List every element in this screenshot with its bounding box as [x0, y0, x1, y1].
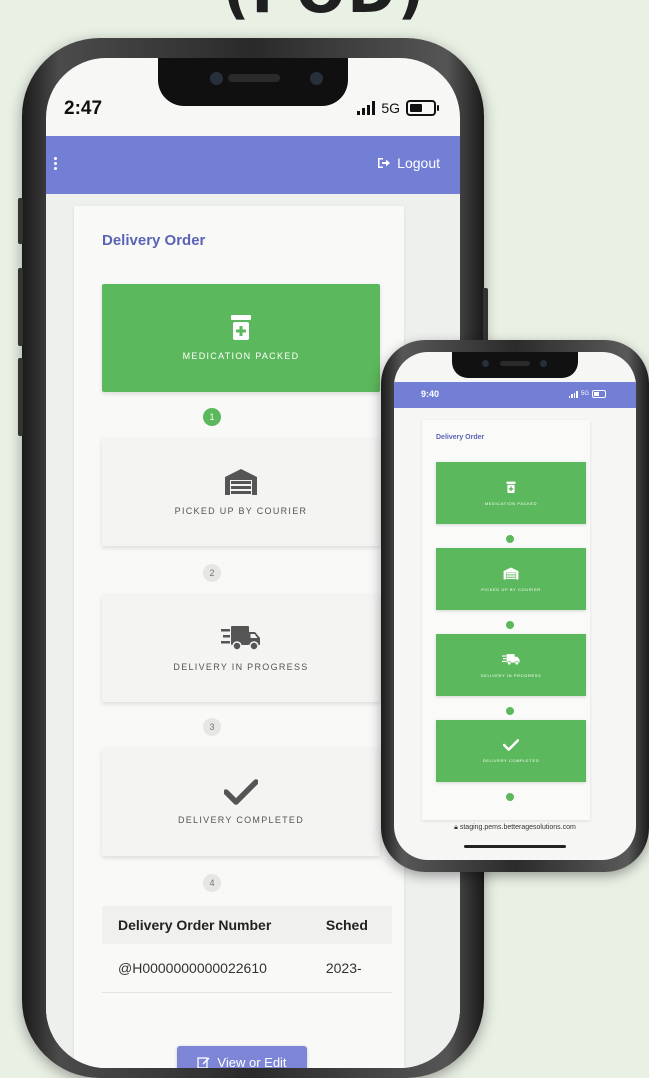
main-content: Delivery Order MEDICATION PACKED PICKED … — [422, 420, 590, 820]
step-label: DELIVERY COMPLETED — [482, 758, 540, 763]
order-number-cell: @H0000000000022610 — [118, 960, 267, 976]
step-number-4: 4 — [203, 874, 221, 892]
step-dot-1 — [506, 535, 514, 543]
card-title: Delivery Order — [436, 434, 485, 441]
table-row[interactable]: @H0000000000022610 2023- — [102, 944, 392, 993]
table-header: Delivery Order Number Sched — [102, 906, 392, 944]
sensor-icon — [310, 72, 323, 85]
sensor-icon — [540, 360, 547, 367]
step-picked-up[interactable]: PICKED UP BY COURIER — [102, 438, 380, 546]
battery-icon — [592, 390, 606, 398]
signal-icon — [357, 101, 376, 115]
step-dot-3 — [506, 707, 514, 715]
checkmark-icon — [224, 779, 258, 805]
truck-icon — [221, 626, 260, 651]
pill-bottle-icon — [231, 315, 251, 340]
status-indicators: 5G — [568, 390, 606, 398]
step-medication-packed[interactable]: MEDICATION PACKED — [436, 462, 586, 524]
network-label: 5G — [381, 100, 400, 116]
browser-url-bar[interactable]: 🔒︎ staging.pems.betteragesolutions.com — [394, 824, 636, 832]
camera-icon — [210, 72, 223, 85]
checkmark-icon — [503, 739, 519, 751]
step-label: DELIVERY IN PROGRESS — [173, 662, 309, 672]
battery-icon — [406, 100, 439, 116]
step-in-progress[interactable]: DELIVERY IN PROGRESS — [436, 634, 586, 696]
notch — [158, 58, 348, 106]
warehouse-icon — [503, 566, 519, 580]
small-phone-screen: 9:40 5G Delivery Order MEDICATION PACKED — [394, 352, 636, 860]
signal-icon — [568, 390, 578, 398]
home-indicator[interactable] — [464, 845, 566, 848]
volume-up-button — [18, 268, 23, 346]
step-label: MEDICATION PACKED — [484, 500, 538, 506]
warehouse-icon — [225, 469, 257, 495]
view-or-edit-button[interactable]: View or Edit — [177, 1046, 307, 1068]
truck-icon — [502, 653, 520, 665]
menu-icon[interactable] — [54, 157, 57, 170]
step-dot-2 — [506, 621, 514, 629]
small-phone-mockup: 9:40 5G Delivery Order MEDICATION PACKED — [381, 340, 649, 872]
step-label: PICKED UP BY COURIER — [174, 506, 308, 516]
step-completed[interactable]: DELIVERY COMPLETED — [436, 720, 586, 782]
step-label: MEDICATION PACKED — [182, 351, 300, 361]
step-medication-packed[interactable]: MEDICATION PACKED — [102, 284, 380, 392]
delivery-order-card: Delivery Order MEDICATION PACKED 1 PICKE… — [74, 206, 404, 1068]
logout-icon — [378, 158, 391, 168]
status-time: 2:47 — [64, 98, 103, 119]
edit-icon — [197, 1056, 210, 1068]
view-or-edit-label: View or Edit — [217, 1054, 287, 1069]
silent-switch — [18, 198, 23, 244]
step-dot-4 — [506, 793, 514, 801]
step-picked-up[interactable]: PICKED UP BY COURIER — [436, 548, 586, 610]
step-number-1: 1 — [203, 408, 221, 426]
url-text: staging.pems.betteragesolutions.com — [459, 824, 576, 831]
app-header: Logout — [46, 136, 460, 194]
lock-icon: 🔒︎ — [454, 824, 458, 831]
delivery-order-table: Delivery Order Number Sched @H0000000000… — [102, 906, 392, 993]
column-header: Sched — [325, 917, 368, 933]
step-completed[interactable]: DELIVERY COMPLETED — [102, 748, 380, 856]
notch — [452, 352, 578, 378]
status-indicators: 5G — [357, 100, 439, 116]
step-in-progress[interactable]: DELIVERY IN PROGRESS — [102, 594, 380, 702]
step-number-2: 2 — [203, 564, 221, 582]
status-time: 9:40 — [421, 389, 440, 399]
schedule-cell: 2023- — [325, 960, 362, 976]
camera-icon — [482, 360, 489, 367]
logout-label: Logout — [397, 155, 440, 171]
step-label: DELIVERY IN PROGRESS — [480, 672, 542, 678]
speaker-grille — [500, 361, 530, 366]
pill-bottle-icon — [506, 481, 516, 493]
speaker-grille — [228, 74, 280, 82]
logout-button[interactable]: Logout — [377, 155, 440, 171]
headline: (POD) — [0, 0, 649, 26]
volume-down-button — [18, 358, 23, 436]
column-header: Delivery Order Number — [118, 917, 272, 933]
network-label: 5G — [580, 391, 589, 397]
step-number-3: 3 — [203, 718, 221, 736]
app-header: 9:40 5G — [394, 382, 636, 408]
card-title: Delivery Order — [102, 232, 206, 249]
step-label: DELIVERY COMPLETED — [177, 815, 305, 825]
step-label: PICKED UP BY COURIER — [481, 586, 541, 592]
